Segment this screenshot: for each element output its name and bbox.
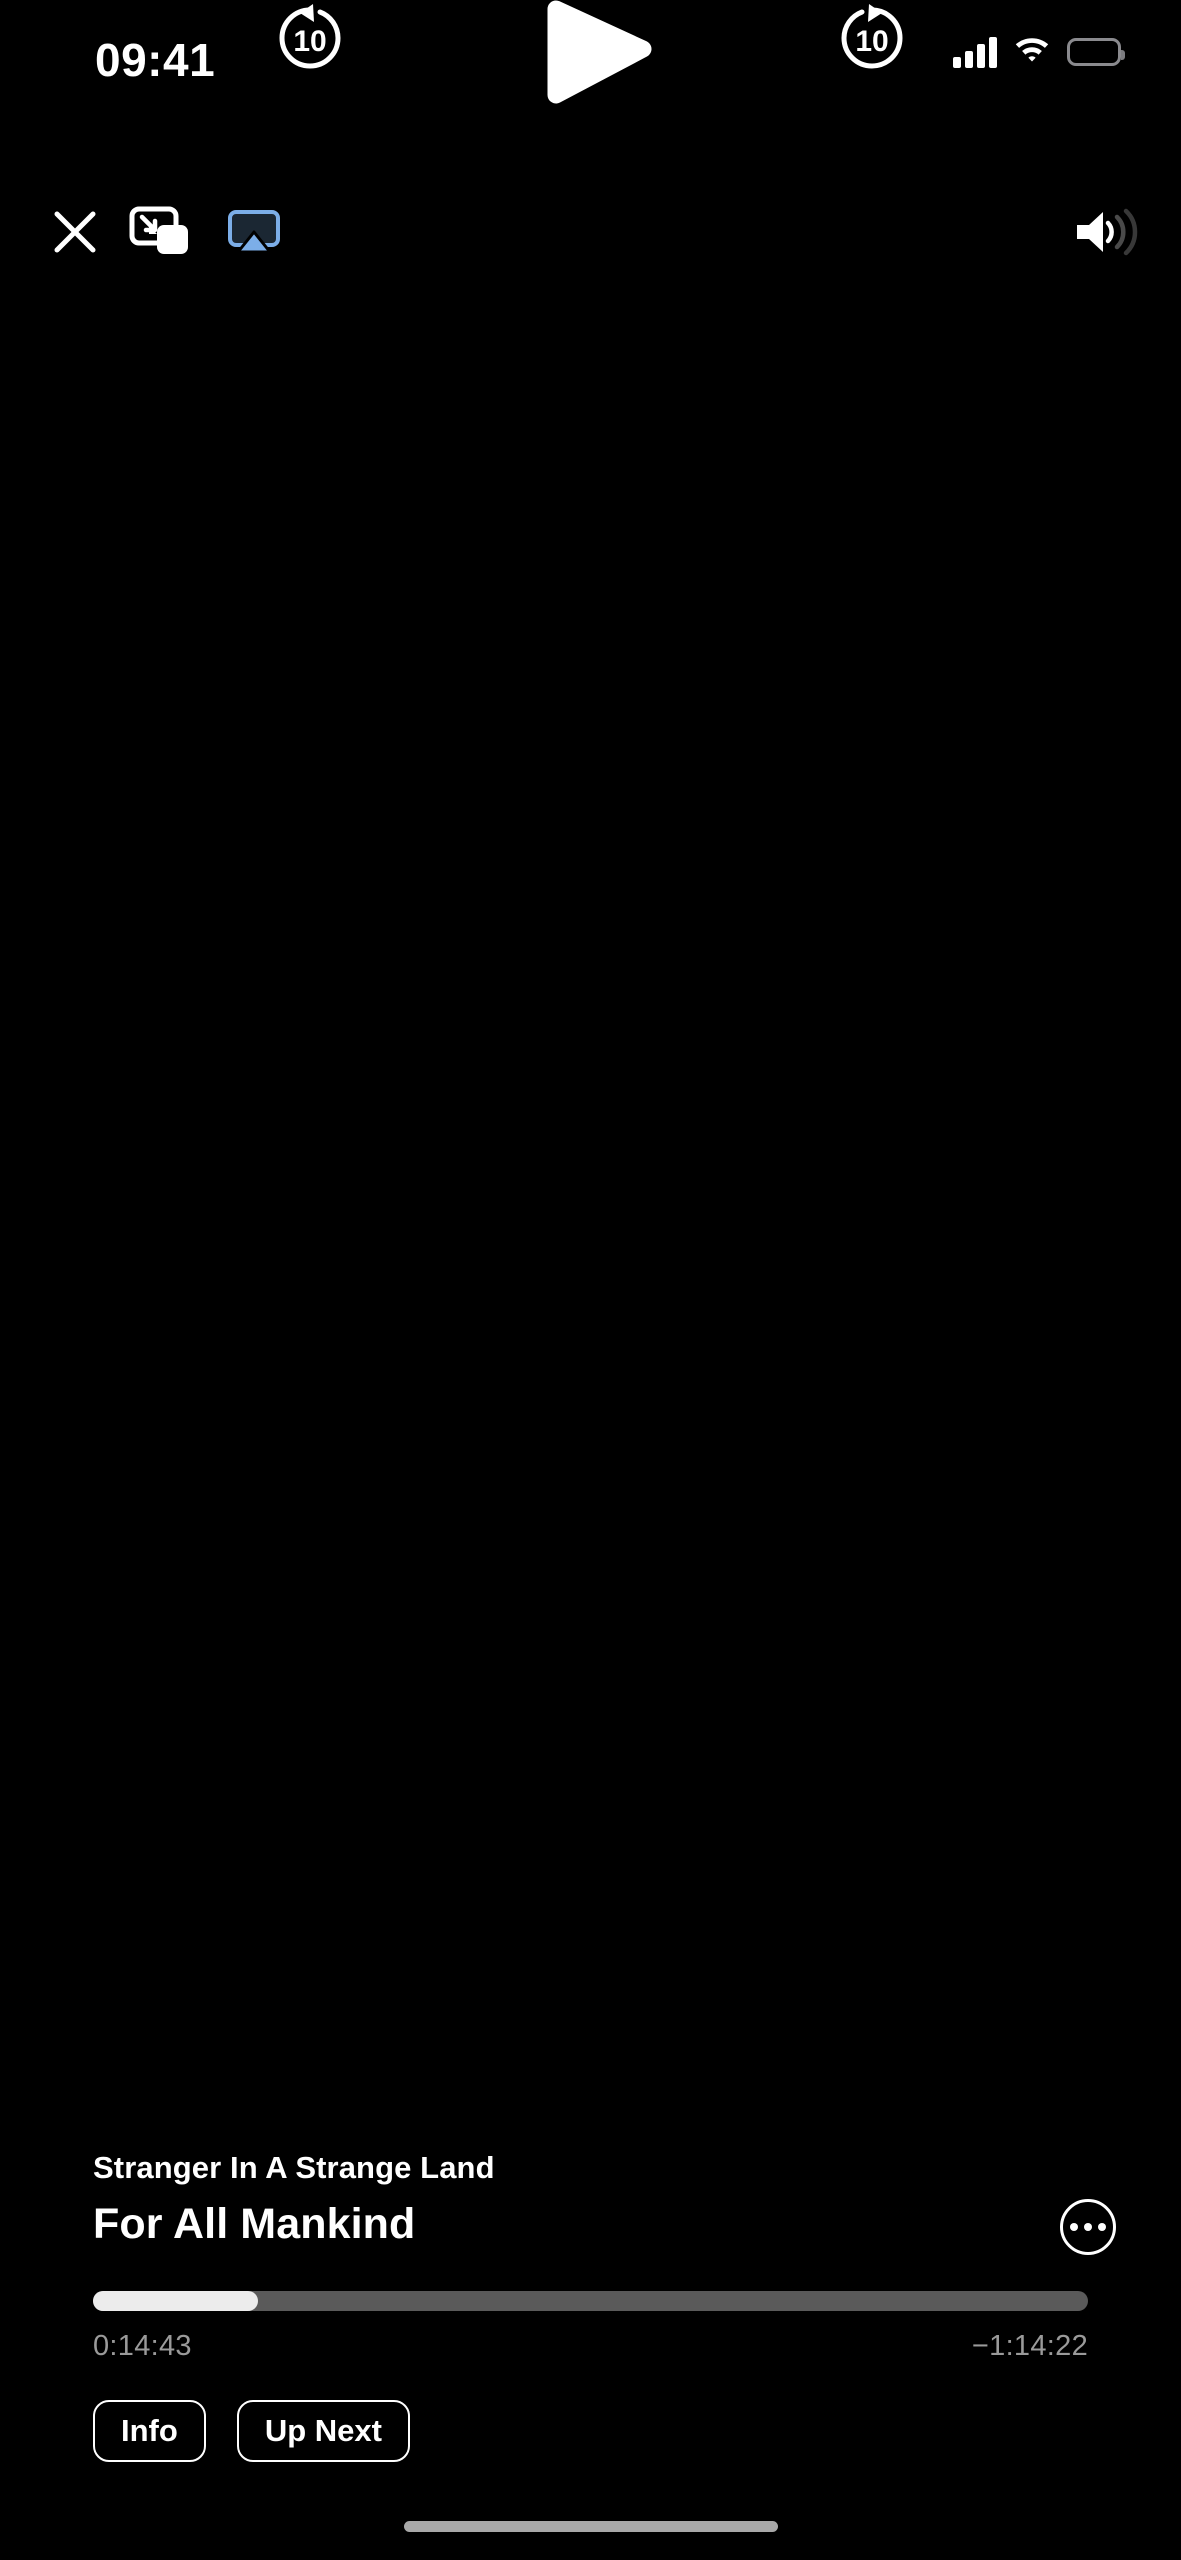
more-ellipsis-icon (1098, 2223, 1106, 2231)
airplay-icon (226, 208, 282, 261)
episode-title: Stranger In A Strange Land (93, 2150, 495, 2185)
remaining-time-label: −1:14:22 (971, 2330, 1088, 2362)
progress-scrubber[interactable] (93, 2291, 1088, 2311)
skip-back-10-icon: 10 (279, 4, 341, 69)
more-options-button[interactable] (1060, 2199, 1116, 2255)
player-top-toolbar (0, 196, 1181, 276)
skip-back-10-button[interactable]: 10 (273, 1, 347, 75)
home-indicator[interactable] (403, 2521, 778, 2532)
show-title: For All Mankind (93, 2200, 416, 2248)
skip-forward-10-button[interactable]: 10 (835, 1, 909, 75)
signal-bars-icon (953, 36, 997, 68)
up-next-button[interactable]: Up Next (236, 2400, 410, 2462)
airplay-button[interactable] (216, 196, 292, 272)
now-playing-info: Stranger In A Strange Land For All Manki… (93, 2152, 893, 2246)
close-button[interactable] (37, 196, 113, 272)
more-ellipsis-icon (1084, 2223, 1092, 2231)
info-button[interactable]: Info (93, 2400, 206, 2462)
status-bar-indicators (953, 34, 1125, 69)
player-action-buttons: Info Up Next (93, 2400, 410, 2462)
progress-scrubber-fill (93, 2291, 259, 2311)
skip-forward-10-icon: 10 (841, 4, 903, 69)
skip-back-10-label: 10 (293, 25, 326, 58)
skip-forward-10-label: 10 (855, 25, 888, 58)
elapsed-time-label: 0:14:43 (93, 2330, 192, 2362)
battery-icon (1067, 37, 1125, 66)
more-ellipsis-icon (1070, 2223, 1078, 2231)
picture-in-picture-icon (129, 206, 191, 263)
close-icon (51, 208, 99, 261)
volume-high-icon (1073, 206, 1143, 263)
volume-button[interactable] (1060, 196, 1156, 272)
play-button[interactable] (540, 0, 656, 107)
video-player-screen: 09:41 10 10 Stranger In A Strange Land F… (0, 0, 1181, 2560)
status-bar-time: 09:41 (95, 34, 216, 86)
picture-in-picture-button[interactable] (122, 196, 198, 272)
wifi-icon (1014, 34, 1050, 69)
play-icon (547, 0, 652, 104)
